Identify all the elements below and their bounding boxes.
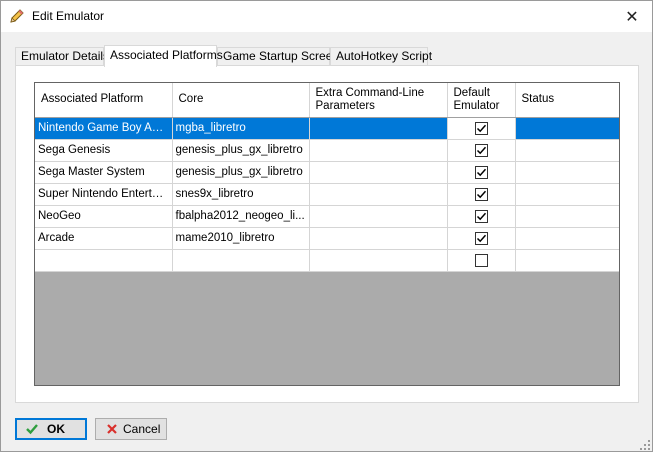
- cell-status[interactable]: [515, 161, 619, 184]
- cell-platform[interactable]: [35, 249, 173, 272]
- table-row[interactable]: Arcade mame2010_libretro: [35, 227, 619, 250]
- cell-extra-params[interactable]: [309, 183, 448, 206]
- cell-status[interactable]: [515, 227, 619, 250]
- checkbox-unchecked[interactable]: [474, 253, 488, 267]
- cell-default-emulator: [447, 249, 516, 272]
- cell-core[interactable]: snes9x_libretro: [172, 183, 310, 206]
- cell-status[interactable]: [515, 117, 619, 140]
- cell-platform[interactable]: NeoGeo: [35, 205, 173, 228]
- tab-autohotkey-script[interactable]: AutoHotkey Script: [330, 47, 432, 66]
- associated-platforms-panel: Associated Platform Core Extra Command-L…: [15, 65, 639, 403]
- cell-core[interactable]: mame2010_libretro: [172, 227, 310, 250]
- tab-emulator-details[interactable]: Emulator Details: [15, 47, 109, 66]
- cell-extra-params[interactable]: [309, 227, 448, 250]
- checkbox-checked[interactable]: [474, 165, 488, 179]
- cell-extra-params[interactable]: [309, 161, 448, 184]
- cell-extra-params[interactable]: [309, 205, 448, 228]
- cell-core[interactable]: mgba_libretro: [172, 117, 310, 140]
- table-row[interactable]: Super Nintendo Entertai... snes9x_libretr…: [35, 183, 619, 206]
- cell-default-emulator: [447, 139, 516, 162]
- title-bar[interactable]: Edit Emulator ✕: [1, 1, 652, 32]
- cell-status[interactable]: [515, 249, 619, 272]
- ok-label: OK: [47, 422, 65, 436]
- checkmark-icon: [476, 124, 486, 132]
- window-title: Edit Emulator: [32, 9, 105, 23]
- cell-platform[interactable]: Sega Genesis: [35, 139, 173, 162]
- checkmark-icon: [476, 146, 486, 154]
- cell-default-emulator: [447, 161, 516, 184]
- platforms-grid[interactable]: Associated Platform Core Extra Command-L…: [34, 82, 620, 386]
- cell-status[interactable]: [515, 183, 619, 206]
- checkbox-checked[interactable]: [474, 209, 488, 223]
- cell-platform[interactable]: Super Nintendo Entertai...: [35, 183, 173, 206]
- checkbox-checked[interactable]: [474, 143, 488, 157]
- cell-core[interactable]: genesis_plus_gx_libretro: [172, 161, 310, 184]
- header-core[interactable]: Core: [172, 83, 310, 118]
- cancel-button[interactable]: Cancel: [95, 418, 167, 440]
- ok-button[interactable]: OK: [15, 418, 87, 440]
- table-row[interactable]: Nintendo Game Boy Adv... mgba_libretro: [35, 117, 619, 140]
- tab-game-startup-screen[interactable]: Game Startup Screen: [217, 47, 339, 66]
- pencil-icon: [9, 8, 25, 24]
- cell-platform[interactable]: Arcade: [35, 227, 173, 250]
- cell-platform[interactable]: Nintendo Game Boy Adv...: [35, 117, 173, 140]
- close-button[interactable]: ✕: [612, 1, 652, 32]
- cell-extra-params[interactable]: [309, 139, 448, 162]
- checkmark-icon: [476, 212, 486, 220]
- close-icon: ✕: [625, 8, 639, 26]
- header-associated-platform[interactable]: Associated Platform: [35, 83, 173, 118]
- header-status[interactable]: Status: [515, 83, 619, 118]
- checkbox-checked[interactable]: [474, 187, 488, 201]
- cell-extra-params[interactable]: [309, 117, 448, 140]
- table-row[interactable]: Sega Master System genesis_plus_gx_libret…: [35, 161, 619, 184]
- cell-core[interactable]: [172, 249, 310, 272]
- table-row[interactable]: [35, 249, 619, 272]
- checkmark-icon: [476, 234, 486, 242]
- resize-grip-icon[interactable]: [640, 439, 650, 450]
- cell-default-emulator: [447, 227, 516, 250]
- tab-associated-platforms[interactable]: Associated Platforms: [104, 45, 223, 67]
- cell-core[interactable]: genesis_plus_gx_libretro: [172, 139, 310, 162]
- cell-platform[interactable]: Sega Master System: [35, 161, 173, 184]
- cell-default-emulator: [447, 205, 516, 228]
- checkbox-checked[interactable]: [474, 121, 488, 135]
- grid-header-row: Associated Platform Core Extra Command-L…: [35, 83, 619, 118]
- table-row[interactable]: Sega Genesis genesis_plus_gx_libretro: [35, 139, 619, 162]
- cell-default-emulator: [447, 183, 516, 206]
- edit-emulator-window: Edit Emulator ✕ Emulator Details Associa…: [0, 0, 653, 452]
- checkmark-icon: [25, 422, 39, 436]
- checkmark-icon: [476, 190, 486, 198]
- cancel-label: Cancel: [123, 422, 161, 436]
- cell-status[interactable]: [515, 139, 619, 162]
- table-row[interactable]: NeoGeo fbalpha2012_neogeo_li...: [35, 205, 619, 228]
- header-extra-params[interactable]: Extra Command-Line Parameters: [309, 83, 448, 118]
- x-icon: [105, 422, 119, 436]
- cell-core[interactable]: fbalpha2012_neogeo_li...: [172, 205, 310, 228]
- cell-default-emulator: [447, 117, 516, 140]
- checkmark-icon: [476, 168, 486, 176]
- cell-extra-params[interactable]: [309, 249, 448, 272]
- checkbox-checked[interactable]: [474, 231, 488, 245]
- cell-status[interactable]: [515, 205, 619, 228]
- header-default-emulator[interactable]: Default Emulator: [447, 83, 516, 118]
